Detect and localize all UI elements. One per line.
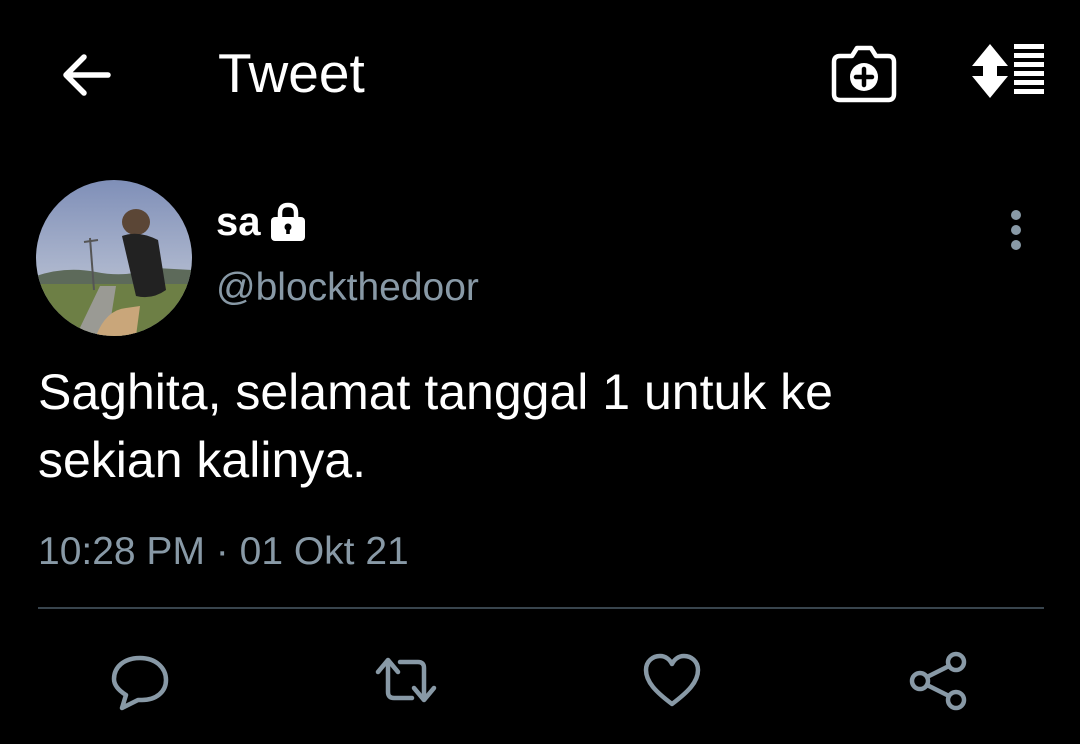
more-options-button[interactable] — [996, 200, 1036, 260]
tweet-text: Saghita, selamat tanggal 1 untuk ke sekia… — [38, 358, 1038, 494]
share-button[interactable] — [906, 648, 970, 712]
heart-icon — [643, 653, 701, 707]
profile-photo — [36, 180, 192, 336]
tweet-time: 10:28 PM — [38, 530, 205, 573]
sort-list-icon — [972, 44, 1044, 98]
retweet-button[interactable] — [374, 648, 438, 712]
sort-button[interactable] — [966, 40, 1050, 104]
speech-bubble-icon — [111, 655, 169, 711]
timestamp-separator: · — [215, 530, 229, 573]
display-name: sa — [216, 200, 261, 244]
tweet-timestamp: 10:28 PM · 01 Okt 21 — [38, 526, 409, 578]
like-button[interactable] — [640, 648, 704, 712]
user-handle[interactable]: @blockthedoor — [216, 262, 479, 314]
divider — [38, 607, 1044, 609]
display-name-row: sa — [216, 196, 309, 248]
back-button[interactable] — [56, 46, 114, 104]
camera-button[interactable] — [830, 40, 898, 104]
page-title: Tweet — [218, 42, 365, 104]
retweet-icon — [375, 657, 437, 703]
arrow-left-icon — [63, 54, 111, 96]
top-app-bar: Tweet — [0, 0, 1080, 150]
share-icon — [909, 651, 967, 711]
tweet-text-line-1: Saghita, selamat tanggal 1 untuk ke — [38, 364, 833, 420]
camera-add-icon — [831, 45, 897, 103]
reply-button[interactable] — [108, 648, 172, 712]
more-vertical-icon — [1011, 210, 1021, 250]
tweet-text-line-2: sekian kalinya. — [38, 432, 366, 488]
lock-icon — [270, 202, 305, 241]
avatar[interactable] — [36, 180, 192, 336]
tweet-date: 01 Okt 21 — [239, 530, 409, 573]
